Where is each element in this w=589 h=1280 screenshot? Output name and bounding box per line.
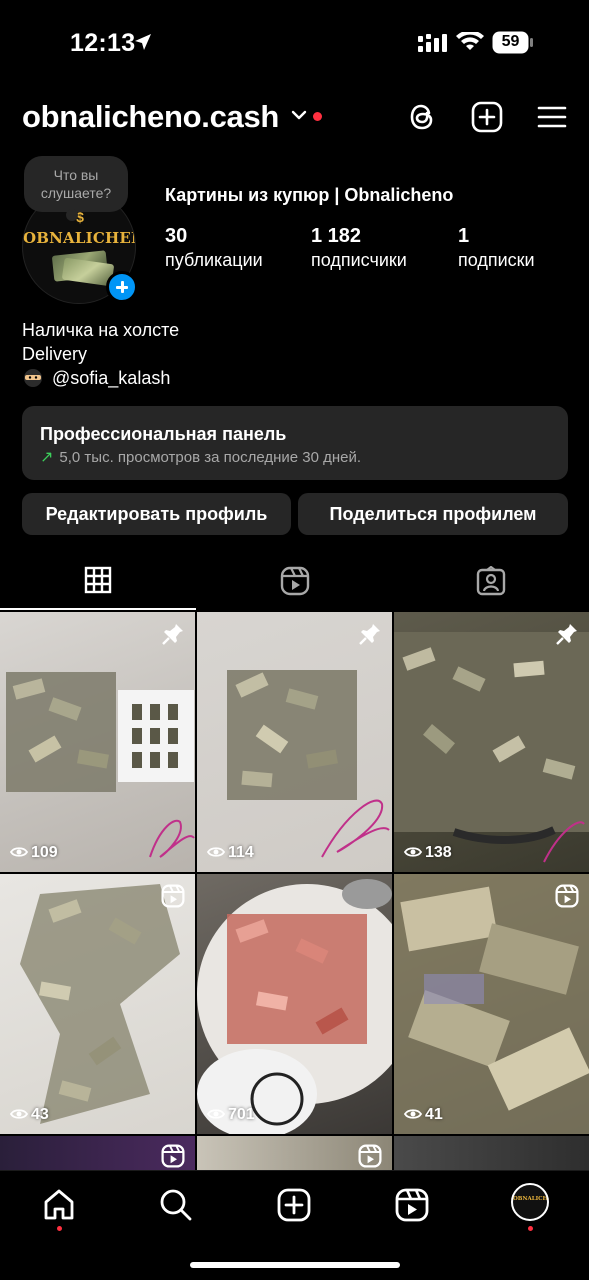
view-count-value: 138 [425, 844, 452, 861]
stat-followers[interactable]: 1 182 подписчики [311, 225, 407, 271]
stat-following-value: 1 [458, 225, 470, 247]
post-tile[interactable]: 41 [394, 874, 589, 1134]
tab-reels[interactable] [196, 556, 392, 610]
bio-mention-row: @sofia_kalash [22, 366, 179, 390]
home-indicator [190, 1262, 400, 1268]
create-plus-icon[interactable] [470, 100, 504, 134]
pro-panel-subtitle: 5,0 тыс. просмотров за последние 30 дней… [59, 449, 362, 466]
post-thumbnail [394, 874, 589, 1134]
username[interactable]: obnalicheno.cash [22, 99, 279, 135]
mention-link[interactable]: @sofia_kalash [52, 368, 170, 388]
view-count: 138 [403, 844, 452, 862]
view-count-value: 114 [228, 844, 254, 861]
profile-bio: Наличка на холсте Delivery @sofia_kalash [22, 318, 179, 390]
view-count: 701 [206, 1106, 255, 1124]
home-notification-dot [57, 1226, 62, 1231]
stat-followers-value: 1 182 [311, 225, 362, 247]
pro-panel-subtitle-row: ↗ 5,0 тыс. просмотров за последние 30 дне… [40, 447, 361, 467]
stat-posts-value: 30 [165, 225, 188, 247]
view-count: 114 [206, 844, 254, 862]
bio-line-2: Delivery [22, 344, 88, 364]
view-count-value: 109 [31, 844, 58, 861]
menu-icon[interactable] [535, 100, 569, 134]
add-story-button[interactable] [106, 271, 138, 303]
post-thumbnail [197, 879, 392, 1134]
nav-avatar-text: OBNALICHENO [513, 1196, 548, 1202]
post-tile[interactable] [0, 1136, 195, 1172]
stat-posts-label: публикации [165, 250, 263, 270]
note-text: Что вы слушаете? [40, 167, 112, 201]
post-tile[interactable]: 114 [197, 612, 392, 872]
view-count: 43 [9, 1106, 49, 1124]
post-tile[interactable]: 701 [197, 874, 392, 1134]
grid-icon [84, 566, 112, 594]
wifi-icon [456, 32, 484, 50]
reel-icon [358, 1144, 382, 1168]
view-count-value: 41 [425, 1106, 443, 1123]
reel-icon [555, 884, 579, 908]
stat-followers-label: подписчики [311, 250, 407, 270]
eye-icon [9, 1109, 29, 1119]
view-count-value: 701 [228, 1106, 255, 1123]
chevron-down-icon[interactable] [291, 109, 307, 121]
active-tab-indicator [0, 608, 196, 610]
post-tile[interactable] [394, 1136, 589, 1172]
display-name: Картины из купюр | Obnalicheno [165, 185, 454, 205]
battery-level: 59 [501, 33, 520, 50]
stat-following[interactable]: 1 подписки [458, 225, 535, 271]
professional-dashboard[interactable]: Профессиональная панель ↗ 5,0 тыс. просмо… [22, 406, 568, 480]
ninja-emoji-icon [24, 369, 42, 387]
eye-icon [206, 1109, 226, 1119]
location-arrow-icon [135, 34, 151, 50]
reels-icon[interactable] [394, 1187, 430, 1223]
post-thumbnail [6, 672, 195, 858]
post-thumbnail [227, 670, 390, 858]
post-tile[interactable]: 109 [0, 612, 195, 872]
stat-posts[interactable]: 30 публикации [165, 225, 263, 271]
create-icon[interactable] [276, 1187, 312, 1223]
post-tile[interactable]: 138 [394, 612, 589, 872]
pin-icon [556, 624, 577, 645]
eye-icon [403, 1109, 423, 1119]
edit-profile-button[interactable]: Редактировать профиль [22, 493, 291, 535]
eye-icon [206, 847, 226, 857]
tab-tagged[interactable] [392, 556, 588, 610]
eye-icon [403, 847, 423, 857]
status-time: 12:13 [70, 29, 136, 57]
view-count: 41 [403, 1106, 443, 1124]
threads-icon[interactable] [405, 100, 439, 134]
status-bar: 12:13 59 [0, 0, 589, 86]
pin-icon [162, 624, 183, 645]
profile-tabs [0, 556, 589, 610]
eye-icon [9, 847, 29, 857]
post-thumbnail [20, 884, 180, 1124]
view-count-value: 43 [31, 1106, 49, 1123]
tab-posts-grid[interactable] [0, 556, 196, 610]
pin-icon [359, 624, 380, 645]
search-icon[interactable] [158, 1187, 194, 1223]
home-icon[interactable] [41, 1187, 77, 1223]
trend-up-icon: ↗ [40, 449, 54, 466]
profile-notification-dot [528, 1226, 533, 1231]
post-tile[interactable] [197, 1136, 392, 1172]
avatar-logo-text: OBNALICHENO [23, 229, 135, 247]
profile-header: obnalicheno.cash [0, 96, 589, 140]
pro-panel-title: Профессиональная панель [40, 424, 287, 444]
view-count: 109 [9, 844, 58, 862]
reel-icon [161, 884, 185, 908]
profile-avatar[interactable]: OBNALICHENO [511, 1183, 549, 1221]
posts-grid: 109 114 138 43 701 41 [0, 612, 589, 1172]
post-tile[interactable]: 43 [0, 874, 195, 1134]
bio-line-1: Наличка на холсте [22, 320, 180, 340]
battery-icon: 59 [492, 31, 534, 54]
post-thumbnail [394, 632, 589, 863]
cellular-signal-icon [418, 34, 447, 52]
reel-icon [161, 1144, 185, 1168]
reels-icon [280, 566, 310, 596]
share-profile-button[interactable]: Поделиться профилем [298, 493, 568, 535]
note-bubble[interactable]: Что вы слушаете? [24, 156, 128, 221]
stat-following-label: подписки [458, 250, 535, 270]
notification-dot [313, 112, 322, 121]
tagged-icon [476, 566, 506, 596]
